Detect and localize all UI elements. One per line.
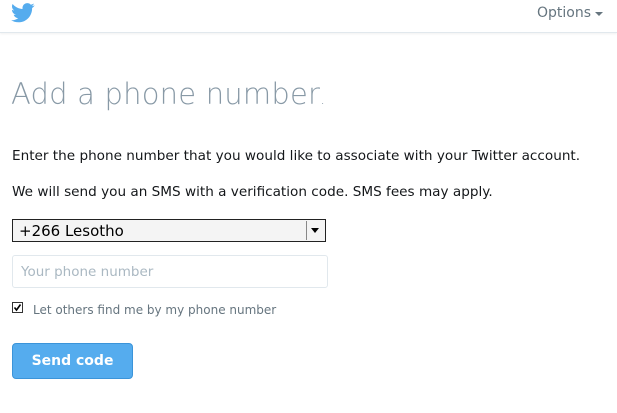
- options-menu-button[interactable]: Options: [537, 5, 603, 21]
- send-code-button[interactable]: Send code: [12, 343, 133, 379]
- top-bar: Options: [0, 0, 617, 33]
- page-title-period: .: [320, 89, 326, 108]
- country-code-selected-value: +266 Lesotho: [19, 222, 124, 240]
- page-title: Add a phone number.: [11, 76, 325, 117]
- dropdown-arrow-icon[interactable]: [306, 221, 324, 240]
- country-code-select[interactable]: +266 Lesotho: [12, 219, 326, 242]
- phone-number-input[interactable]: [12, 255, 328, 288]
- checkmark-icon: [13, 304, 22, 312]
- twitter-bird-icon[interactable]: [11, 3, 35, 23]
- discoverable-checkbox-label[interactable]: Let others find me by my phone number: [33, 303, 276, 318]
- discoverable-checkbox[interactable]: [12, 302, 23, 313]
- page-title-text: Add a phone number: [11, 77, 321, 111]
- description-sms-fees: We will send you an SMS with a verificat…: [12, 184, 493, 200]
- options-label: Options: [536, 5, 591, 21]
- description-associate: Enter the phone number that you would li…: [12, 148, 581, 164]
- caret-down-icon: [595, 12, 603, 16]
